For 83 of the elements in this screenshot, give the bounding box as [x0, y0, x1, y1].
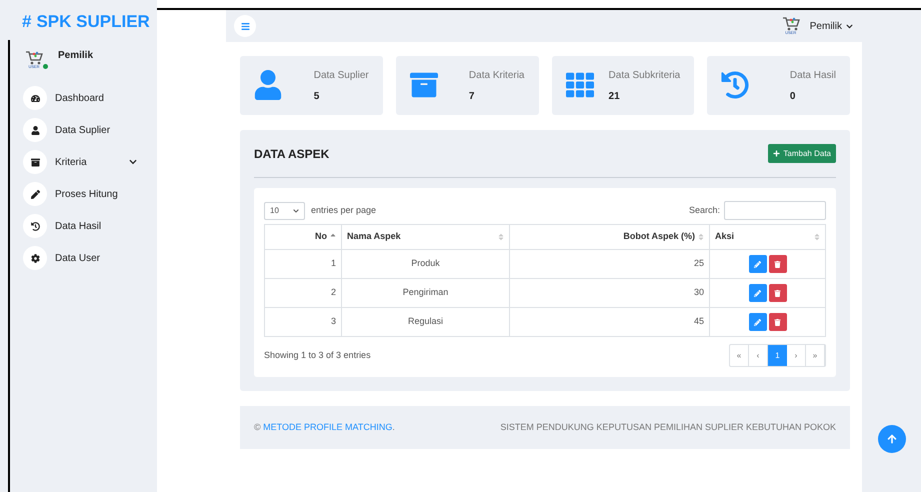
footer-copyright: © METODE PROFILE MATCHING.	[254, 420, 395, 434]
sidebar-label: Data User	[55, 252, 102, 266]
column-header[interactable]: Aksi	[710, 224, 826, 250]
edit-button[interactable]	[748, 255, 766, 273]
search-field[interactable]	[724, 201, 826, 220]
sidebar-label: Kriteria	[55, 156, 88, 170]
panel-title: DATA ASPEK	[254, 146, 330, 162]
sidebar-label: Proses Hitung	[55, 188, 119, 202]
user-icon	[254, 70, 282, 100]
pencil-icon	[754, 318, 761, 326]
column-header[interactable]: Bobot Aspek (%)	[510, 224, 710, 250]
page-button[interactable]: »	[806, 345, 825, 366]
stat-label: Data Suplier	[314, 69, 369, 83]
table-cell: Pengiriman	[342, 278, 510, 308]
settings-icon	[30, 254, 40, 262]
page-button[interactable]: ›	[787, 345, 806, 366]
user-menu[interactable]: Pemilik	[810, 18, 853, 34]
trash-icon	[774, 318, 781, 326]
pencil-icon	[754, 260, 761, 268]
page-size-label: entries per page	[311, 204, 376, 217]
table-cell: Produk	[342, 250, 510, 278]
sort-icon	[814, 233, 820, 241]
table-cell: Regulasi	[342, 308, 510, 336]
stat-label: Data Kriteria	[468, 69, 524, 83]
gauge-icon	[30, 94, 40, 102]
search-label: Search:	[688, 204, 720, 217]
scroll-top-button[interactable]	[878, 425, 906, 453]
history-icon	[721, 70, 750, 100]
trash-icon	[774, 290, 781, 296]
sidebar-item[interactable]: Proses Hitung	[10, 182, 157, 206]
brand-title: SPK SUPLIER	[36, 11, 150, 33]
delete-button[interactable]	[768, 313, 786, 331]
edit-button[interactable]	[748, 313, 766, 331]
sidebar-item[interactable]: Data User	[10, 246, 157, 270]
table-info: Showing 1 to 3 of 3 entries	[264, 348, 371, 362]
sidebar-item[interactable]: Data Suplier	[10, 118, 157, 142]
add-button[interactable]: Tambah Data	[768, 144, 836, 163]
menu-button[interactable]	[234, 15, 256, 37]
plus-icon	[773, 150, 780, 157]
sidebar-label: Data Suplier	[55, 124, 112, 138]
pen-icon	[30, 190, 40, 198]
page-button[interactable]: «	[730, 345, 749, 366]
chevron-down-icon	[293, 208, 299, 214]
page-size-select[interactable]: 10	[264, 202, 305, 220]
column-header[interactable]: Nama Aspek	[342, 224, 510, 250]
column-header[interactable]: No	[264, 224, 342, 250]
delete-button[interactable]	[768, 284, 786, 302]
stat-value: 0	[790, 90, 796, 104]
table-icon	[566, 70, 594, 100]
table-cell: 2	[264, 278, 342, 308]
sort-icon	[498, 233, 504, 241]
footer-text: SISTEM PENDUKUNG KEPUTUSAN PEMILIHAN SUPLIER KEBUTUHAN POKOK	[500, 420, 836, 434]
pencil-icon	[754, 290, 761, 296]
menu-icon	[240, 22, 250, 30]
stat-value: 21	[608, 90, 620, 104]
sidebar-label: Dashboard	[55, 92, 105, 106]
archive-box-icon	[410, 70, 438, 100]
table-cell: 1	[264, 250, 342, 278]
edit-button[interactable]	[748, 284, 766, 302]
sidebar-label: Data Hasil	[55, 220, 102, 234]
sort-icon	[698, 233, 704, 241]
sidebar-item[interactable]: Data Hasil	[10, 214, 157, 238]
history-icon	[30, 222, 40, 230]
arrow-up-icon	[887, 434, 897, 444]
user-name: Pemilik	[58, 48, 94, 62]
table-cell: 30	[510, 278, 710, 308]
archive-box-icon	[30, 158, 40, 166]
stat-value: 7	[468, 90, 474, 104]
sidebar-item[interactable]: Dashboard	[10, 86, 157, 110]
stat-label: Data Subkriteria	[608, 69, 680, 83]
table-cell: 25	[510, 250, 710, 278]
chevron-down-icon	[846, 22, 853, 30]
table-cell: 3	[264, 308, 342, 336]
stat-label: Data Hasil	[790, 69, 836, 83]
delete-button[interactable]	[768, 255, 786, 273]
brand-mark: #	[22, 11, 32, 33]
cart-icon	[25, 51, 43, 65]
trash-icon	[774, 260, 781, 268]
table-cell: 45	[510, 308, 710, 336]
stat-value: 5	[314, 90, 320, 104]
user-icon	[30, 126, 40, 134]
sidebar-item[interactable]: Kriteria	[10, 150, 157, 174]
cart-icon	[782, 17, 800, 31]
